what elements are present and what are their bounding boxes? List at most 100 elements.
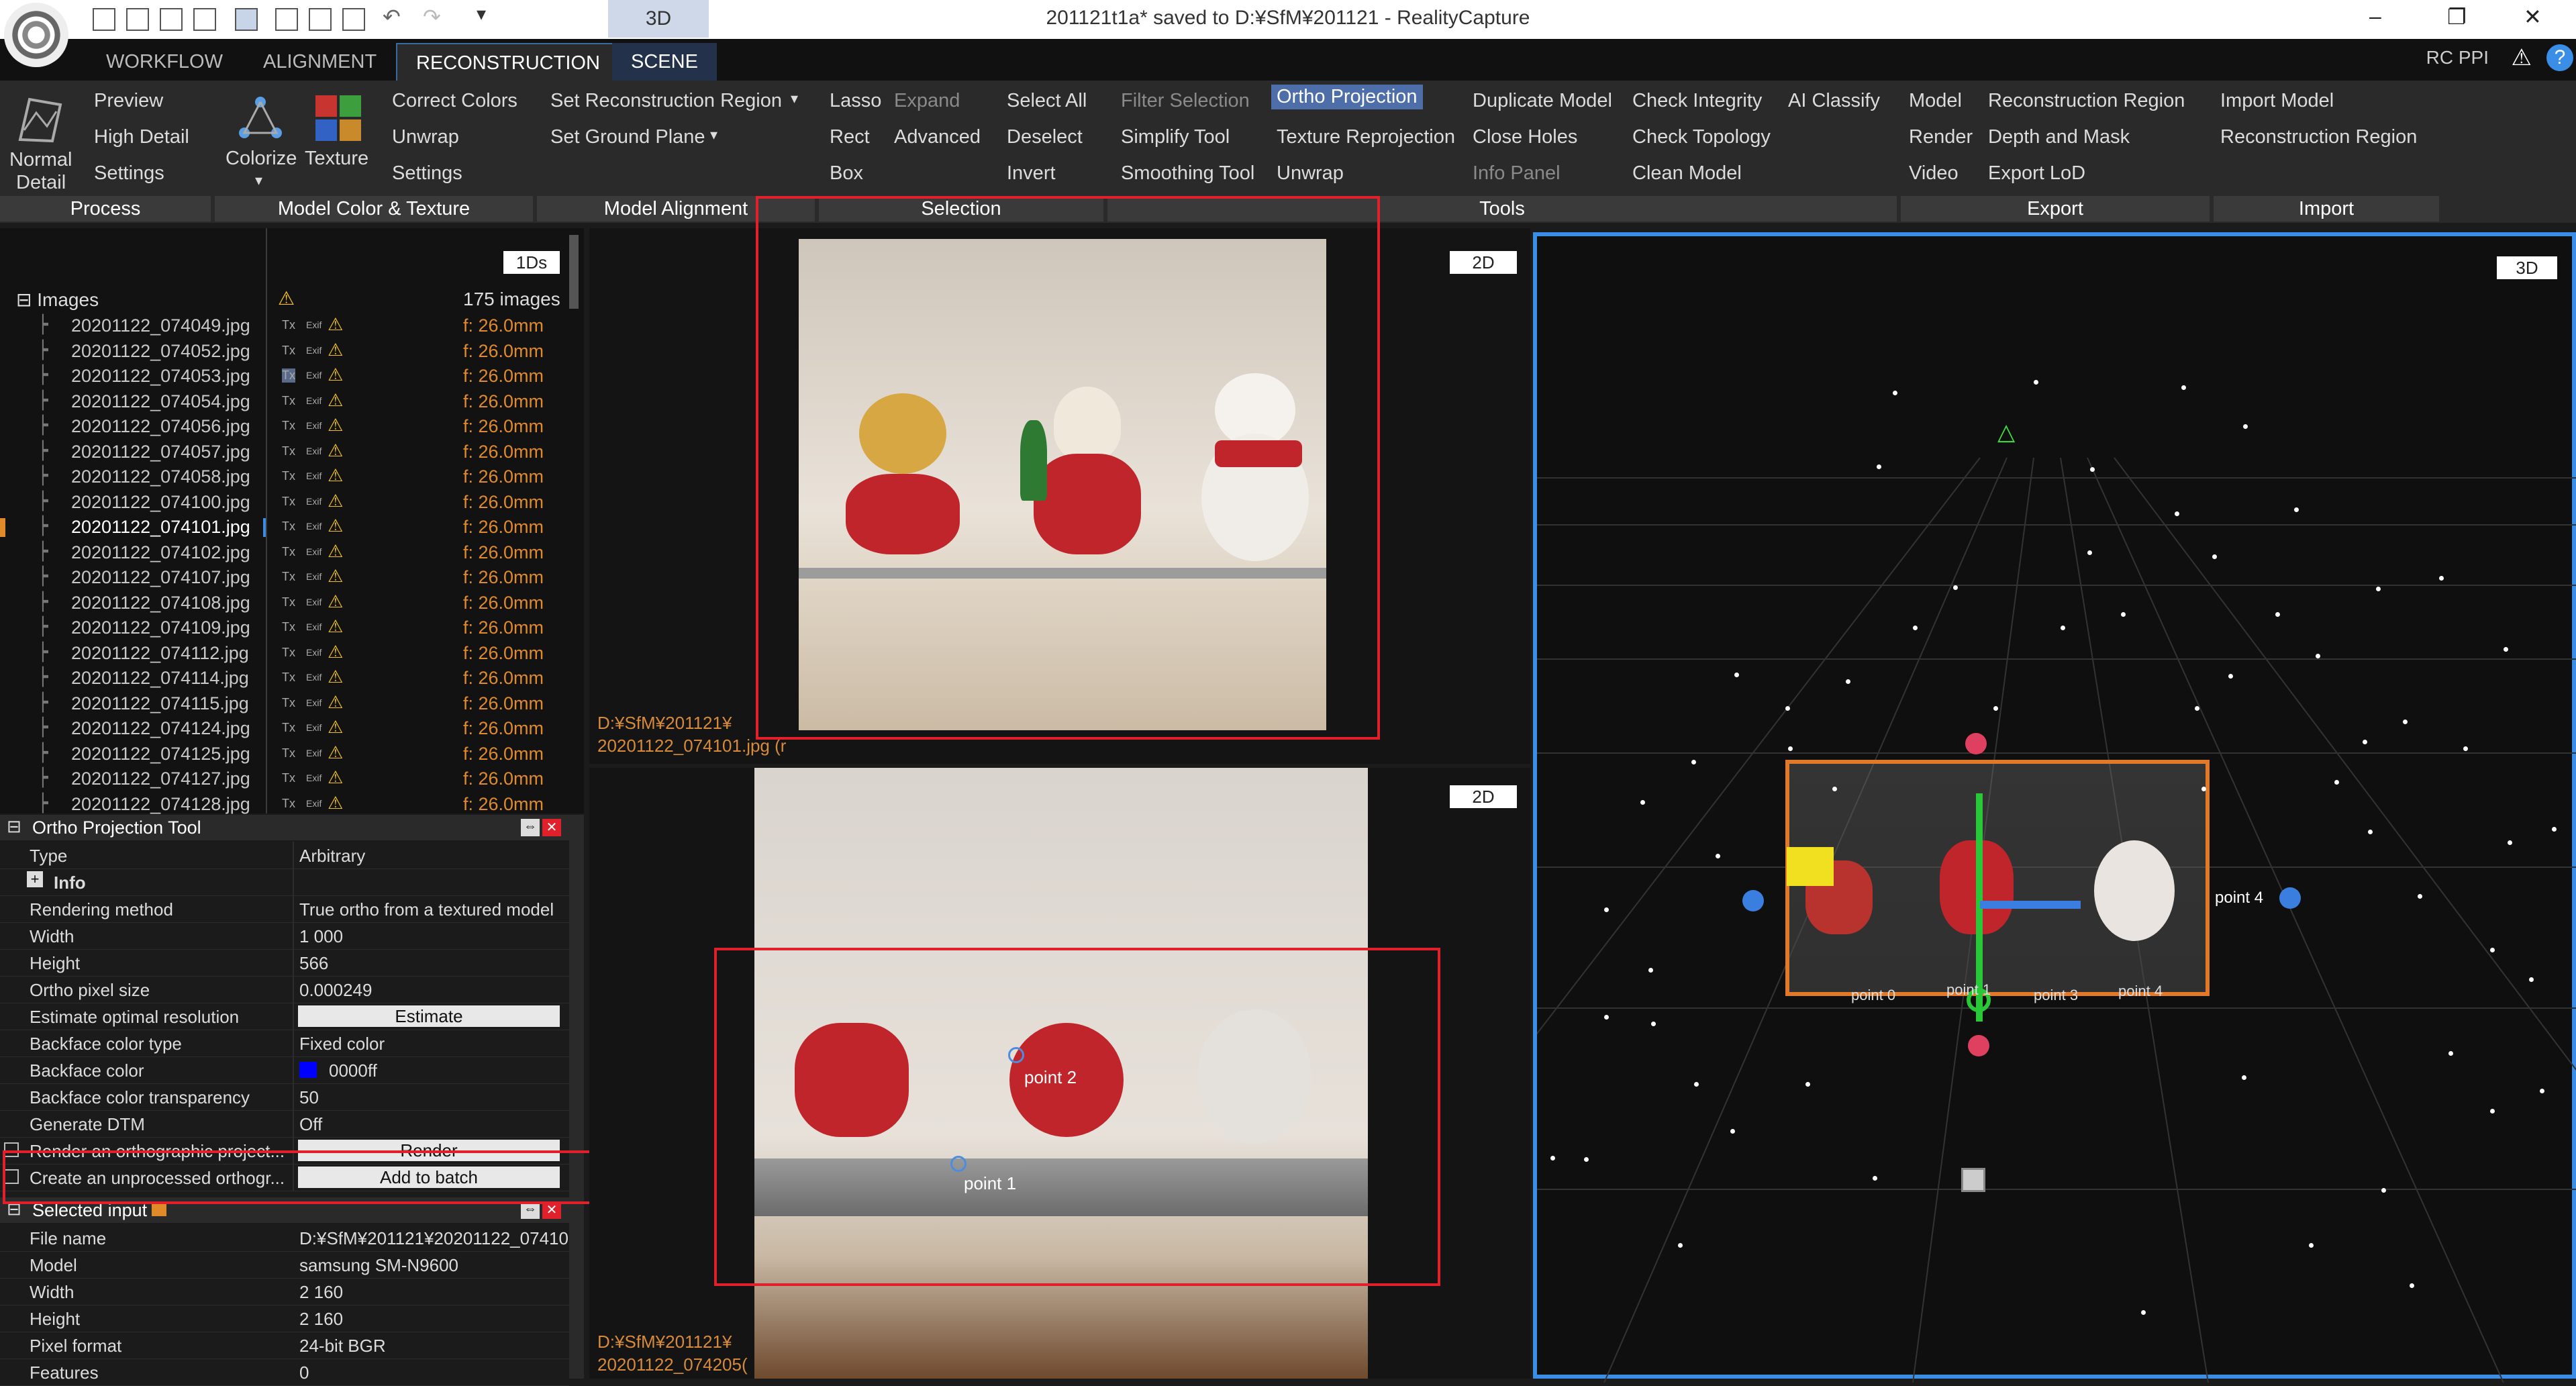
region-corner-yellow[interactable] <box>1787 847 1834 886</box>
close-button[interactable]: ✕ <box>2524 4 2542 30</box>
list-item[interactable]: ┝ 20201122_074100.jpg Tx Exif ⚠ f: 26.0mm <box>0 491 568 515</box>
list-item[interactable]: ┝ 20201122_074107.jpg Tx Exif ⚠ f: 26.0mm <box>0 566 568 590</box>
tab-reconstruction[interactable]: RECONSTRUCTION <box>396 43 620 82</box>
export-reconstruction-region-button[interactable]: Reconstruction Region <box>1988 90 2185 112</box>
tab-workflow[interactable]: WORKFLOW <box>87 43 242 81</box>
export-model-button[interactable]: Model <box>1909 90 1962 112</box>
property-row[interactable]: Type Arbitrary <box>0 842 569 869</box>
property-button[interactable]: Estimate <box>298 1005 560 1027</box>
3d-view[interactable]: point 4 point 0 point 1 point 3 point 4 … <box>1533 232 2576 1383</box>
top-view-2d-badge[interactable]: 2D <box>1450 251 1517 274</box>
depth-and-mask-button[interactable]: Depth and Mask <box>1988 126 2130 148</box>
property-row[interactable]: Generate DTM Off <box>0 1110 569 1138</box>
property-row[interactable]: Info + <box>0 869 569 896</box>
property-row[interactable]: Width 2 160 <box>0 1278 569 1305</box>
property-row[interactable]: Ortho pixel size 0.000249 <box>0 976 569 1003</box>
close-holes-button[interactable]: Close Holes <box>1473 126 1577 148</box>
help-icon[interactable]: ? <box>2546 44 2573 71</box>
gizmo-right-handle[interactable] <box>2279 887 2301 909</box>
preview-button[interactable]: Preview <box>94 90 163 112</box>
advanced-button[interactable]: Advanced <box>894 126 981 148</box>
export-video-button[interactable]: Video <box>1909 162 1959 185</box>
expand-icon[interactable]: + <box>27 871 43 887</box>
property-row[interactable]: Backface color 0000ff <box>0 1056 569 1084</box>
high-detail-button[interactable]: High Detail <box>94 126 189 148</box>
gizmo-bottom-handle[interactable] <box>1968 1035 1989 1056</box>
colorize-dropdown-icon[interactable]: ▾ <box>255 172 262 189</box>
property-row[interactable]: Backface color type Fixed color <box>0 1030 569 1057</box>
list-item[interactable]: ┝ 20201122_074115.jpg Tx Exif ⚠ f: 26.0mm <box>0 692 568 716</box>
images-view-badge[interactable]: 1Ds <box>503 251 560 274</box>
select-all-button[interactable]: Select All <box>1007 90 1087 112</box>
list-item[interactable]: ┝ 20201122_074058.jpg Tx Exif ⚠ f: 26.0mm <box>0 465 568 489</box>
property-row[interactable]: Features 0 <box>0 1358 569 1386</box>
export-lod-button[interactable]: Export LoD <box>1988 162 2085 185</box>
minimize-button[interactable]: – <box>2369 4 2381 29</box>
list-item[interactable]: ┝ 20201122_074052.jpg Tx Exif ⚠ f: 26.0mm <box>0 340 568 364</box>
invert-button[interactable]: Invert <box>1007 162 1056 185</box>
filter-selection-button[interactable]: Filter Selection <box>1121 90 1250 112</box>
texture-button[interactable]: Texture <box>305 148 368 170</box>
tab-scene[interactable]: SCENE <box>612 43 717 81</box>
smoothing-tool-button[interactable]: Smoothing Tool <box>1121 162 1254 185</box>
rect-button[interactable]: Rect <box>830 126 870 148</box>
app-logo[interactable] <box>4 3 68 67</box>
duplicate-model-button[interactable]: Duplicate Model <box>1473 90 1612 112</box>
lasso-button[interactable]: Lasso <box>830 90 881 112</box>
property-row[interactable]: Height 2 160 <box>0 1305 569 1332</box>
recon-region-dropdown-icon[interactable]: ▾ <box>791 90 798 107</box>
check-integrity-button[interactable]: Check Integrity <box>1632 90 1762 112</box>
property-row[interactable]: File name D:¥SfM¥201121¥20201122_07410... <box>0 1224 583 1252</box>
camera-marker-icon[interactable]: △ <box>1997 419 2015 446</box>
list-item[interactable]: ┝ 20201122_074056.jpg Tx Exif ⚠ f: 26.0mm <box>0 415 568 439</box>
set-reconstruction-region-button[interactable]: Set Reconstruction Region <box>550 90 782 112</box>
list-item[interactable]: ┝ 20201122_074112.jpg Tx Exif ⚠ f: 26.0mm <box>0 642 568 666</box>
list-item[interactable]: ┝ 20201122_074053.jpg Tx Exif ⚠ f: 26.0mm <box>0 364 568 389</box>
list-item[interactable]: ┝ 20201122_074054.jpg Tx Exif ⚠ f: 26.0mm <box>0 390 568 414</box>
simplify-tool-button[interactable]: Simplify Tool <box>1121 126 1230 148</box>
detail-label[interactable]: Detail <box>16 172 66 194</box>
model-unwrap-button[interactable]: Unwrap <box>392 126 459 148</box>
expand-button[interactable]: Expand <box>894 90 960 112</box>
colorize-icon[interactable] <box>236 94 285 142</box>
ortho-projection-button[interactable]: Ortho Projection <box>1271 85 1423 109</box>
import-reconstruction-region-button[interactable]: Reconstruction Region <box>2220 126 2417 148</box>
restore-button[interactable]: ❐ <box>2447 4 2467 30</box>
export-render-button[interactable]: Render <box>1909 126 1973 148</box>
colorize-button[interactable]: Colorize <box>226 148 297 170</box>
left-panel-scrollbar[interactable] <box>569 815 584 1379</box>
list-item[interactable]: ┝ 20201122_074109.jpg Tx Exif ⚠ f: 26.0mm <box>0 616 568 640</box>
property-row[interactable]: Height 566 <box>0 949 569 977</box>
property-row[interactable]: Estimate optimal resolution Estimate <box>0 1003 569 1030</box>
process-settings-button[interactable]: Settings <box>94 162 164 185</box>
list-item[interactable]: ┝ 20201122_074125.jpg Tx Exif ⚠ f: 26.0mm <box>0 742 568 766</box>
property-row[interactable]: Rendering method True ortho from a textur… <box>0 895 569 923</box>
ground-plane-dropdown-icon[interactable]: ▾ <box>710 126 717 144</box>
rc-ppi-label[interactable]: RC PPI <box>2426 47 2489 68</box>
color-swatch[interactable] <box>299 1062 317 1078</box>
tab-alignment[interactable]: ALIGNMENT <box>244 43 395 81</box>
list-item[interactable]: ┝ 20201122_074128.jpg Tx Exif ⚠ f: 26.0mm <box>0 793 568 817</box>
list-item[interactable]: ┝ 20201122_074049.jpg Tx Exif ⚠ f: 26.0mm <box>0 314 568 338</box>
ortho-close-icon[interactable]: ✕ <box>542 819 561 836</box>
list-item[interactable]: ┝ 20201122_074102.jpg Tx Exif ⚠ f: 26.0mm <box>0 541 568 565</box>
deselect-button[interactable]: Deselect <box>1007 126 1083 148</box>
list-item[interactable]: ┝ 20201122_074108.jpg Tx Exif ⚠ f: 26.0mm <box>0 591 568 615</box>
tools-unwrap-button[interactable]: Unwrap <box>1277 162 1344 185</box>
gizmo-top-handle[interactable] <box>1965 733 1987 754</box>
list-item[interactable]: ┝ 20201122_074127.jpg Tx Exif ⚠ f: 26.0mm <box>0 767 568 791</box>
warning-icon[interactable]: ⚠ <box>2512 44 2532 71</box>
texture-reprojection-button[interactable]: Texture Reprojection <box>1277 126 1455 148</box>
property-row[interactable]: Backface color transparency 50 <box>0 1083 569 1111</box>
check-topology-button[interactable]: Check Topology <box>1632 126 1771 148</box>
property-row[interactable]: Width 1 000 <box>0 922 569 950</box>
list-item[interactable]: ┝ 20201122_074114.jpg Tx Exif ⚠ f: 26.0mm <box>0 666 568 691</box>
gizmo-x-axis[interactable] <box>1980 901 2081 909</box>
images-scrollbar[interactable] <box>569 235 579 309</box>
import-model-button[interactable]: Import Model <box>2220 90 2334 112</box>
info-panel-button[interactable]: Info Panel <box>1473 162 1561 185</box>
normal-detail-icon[interactable] <box>16 93 64 146</box>
ortho-collapse-icon[interactable]: ⊟ <box>7 816 21 837</box>
list-item[interactable]: ┝ 20201122_074101.jpg Tx Exif ⚠ f: 26.0mm <box>0 515 568 540</box>
model-settings-button[interactable]: Settings <box>392 162 462 185</box>
